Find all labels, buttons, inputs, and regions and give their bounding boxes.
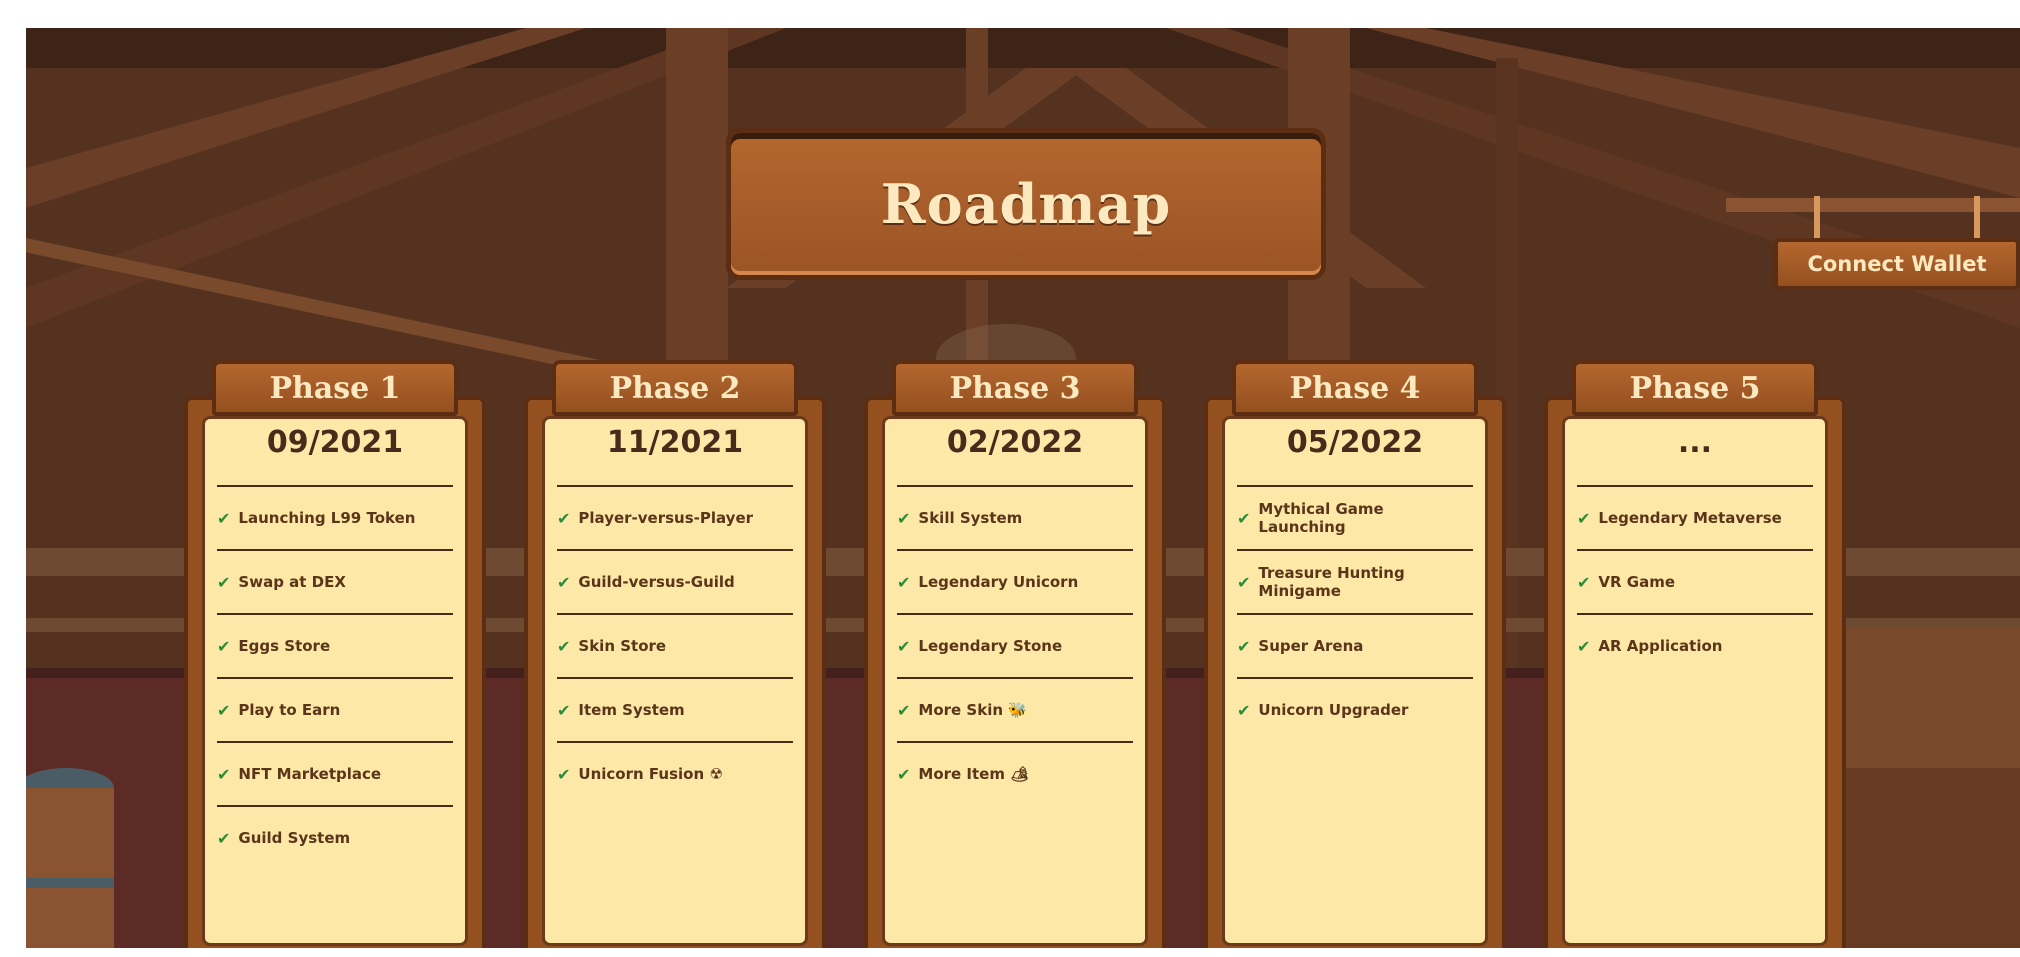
list-item-label: Guild System	[238, 829, 351, 847]
phase-date: 11/2021	[606, 425, 744, 460]
phase-label: Phase 1	[212, 360, 458, 416]
list-item-label: Unicorn Fusion ☢	[578, 765, 723, 783]
check-icon: ✔	[1577, 636, 1591, 656]
list-item: ✔ Player-versus-Player	[557, 487, 793, 549]
check-icon: ✔	[897, 572, 911, 592]
phase-card-4: Phase 4 05/2022 ✔ Mythical Game Launching…	[1204, 360, 1506, 948]
list-item: ✔ Legendary Metaverse	[1577, 487, 1813, 549]
list-item: ✔ Skin Store	[557, 615, 793, 677]
list-item-label: Treasure Hunting Minigame	[1258, 564, 1405, 600]
list-item-label: Guild-versus-Guild	[578, 573, 735, 591]
list-item-label: More Item 🏕	[918, 765, 1030, 783]
connect-wallet[interactable]: Connect Wallet	[1774, 196, 2020, 290]
list-item-label: More Skin 🐝	[918, 701, 1027, 719]
list-item-label: NFT Marketplace	[238, 765, 382, 783]
phase-date: 09/2021	[266, 425, 404, 460]
list-item-label: AR Application	[1598, 637, 1723, 655]
roadmap-sign: Roadmap	[726, 128, 1326, 280]
check-icon: ✔	[557, 508, 571, 528]
connect-wallet-button[interactable]: Connect Wallet	[1774, 238, 2020, 290]
list-item: ✔ More Item 🏕	[897, 743, 1133, 805]
list-item: ✔ Legendary Unicorn	[897, 551, 1133, 613]
check-icon: ✔	[1577, 508, 1591, 528]
phase-card-1: Phase 1 09/2021 ✔ Launching L99 Token ✔ Sw…	[184, 360, 486, 948]
check-icon: ✔	[1237, 572, 1251, 592]
check-icon: ✔	[897, 764, 911, 784]
list-item-label: Launching L99 Token	[238, 509, 416, 527]
list-item: ✔ VR Game	[1577, 551, 1813, 613]
barn-scene: Roadmap Connect Wallet Phase 1 09/2021 ✔…	[26, 28, 2020, 948]
check-icon: ✔	[217, 764, 231, 784]
phase-date: ...	[1677, 425, 1713, 460]
check-icon: ✔	[217, 508, 231, 528]
list-item: ✔ Swap at DEX	[217, 551, 453, 613]
phase-card-5: Phase 5 ... ✔ Legendary Metaverse ✔ VR Gam…	[1544, 360, 1846, 948]
list-item-label: Mythical Game Launching	[1258, 500, 1384, 536]
list-item-label: Unicorn Upgrader	[1258, 701, 1409, 719]
list-item: ✔ Eggs Store	[217, 615, 453, 677]
list-item: ✔ Unicorn Fusion ☢	[557, 743, 793, 805]
list-item-label: Super Arena	[1258, 637, 1364, 655]
check-icon: ✔	[217, 636, 231, 656]
phase-paper: 11/2021 ✔ Player-versus-Player ✔ Guild-ver…	[542, 416, 808, 946]
check-icon: ✔	[217, 572, 231, 592]
list-item-label: Eggs Store	[238, 637, 331, 655]
phase-label: Phase 2	[552, 360, 798, 416]
check-icon: ✔	[557, 636, 571, 656]
phase-label: Phase 4	[1232, 360, 1478, 416]
phase-paper: 02/2022 ✔ Skill System ✔ Legendary Unicorn…	[882, 416, 1148, 946]
list-item-label: Skill System	[918, 509, 1023, 527]
list-item-label: Legendary Metaverse	[1598, 509, 1782, 527]
list-item: ✔ Treasure Hunting Minigame	[1237, 551, 1473, 613]
list-item: ✔ Super Arena	[1237, 615, 1473, 677]
list-item-label: Legendary Stone	[918, 637, 1063, 655]
list-item: ✔ Mythical Game Launching	[1237, 487, 1473, 549]
check-icon: ✔	[1577, 572, 1591, 592]
check-icon: ✔	[1237, 636, 1251, 656]
check-icon: ✔	[897, 508, 911, 528]
list-item: ✔ Guild-versus-Guild	[557, 551, 793, 613]
list-item: ✔ More Skin 🐝	[897, 679, 1133, 741]
list-item: ✔ AR Application	[1577, 615, 1813, 677]
page-title: Roadmap	[880, 172, 1172, 236]
phase-paper: ... ✔ Legendary Metaverse ✔ VR Game ✔ AR Ap…	[1562, 416, 1828, 946]
list-item: ✔ Legendary Stone	[897, 615, 1133, 677]
list-item-label: Skin Store	[578, 637, 667, 655]
check-icon: ✔	[217, 700, 231, 720]
rope-left	[1814, 196, 1820, 240]
list-item: ✔ Play to Earn	[217, 679, 453, 741]
check-icon: ✔	[897, 636, 911, 656]
rope-right	[1974, 196, 1980, 240]
list-item: ✔ Guild System	[217, 807, 453, 869]
phase-date: 02/2022	[946, 425, 1084, 460]
list-item-label: Swap at DEX	[238, 573, 346, 591]
list-item-label: VR Game	[1598, 573, 1676, 591]
check-icon: ✔	[897, 700, 911, 720]
check-icon: ✔	[557, 572, 571, 592]
phase-card-3: Phase 3 02/2022 ✔ Skill System ✔ Legendary…	[864, 360, 1166, 948]
list-item: ✔ Item System	[557, 679, 793, 741]
list-item-label: Player-versus-Player	[578, 509, 754, 527]
list-item: ✔ Launching L99 Token	[217, 487, 453, 549]
list-item-label: Item System	[578, 701, 685, 719]
check-icon: ✔	[217, 828, 231, 848]
phase-label: Phase 5	[1572, 360, 1818, 416]
list-item: ✔ Unicorn Upgrader	[1237, 679, 1473, 741]
check-icon: ✔	[557, 764, 571, 784]
list-item: ✔ Skill System	[897, 487, 1133, 549]
phase-label: Phase 3	[892, 360, 1138, 416]
phase-paper: 09/2021 ✔ Launching L99 Token ✔ Swap at DE…	[202, 416, 468, 946]
list-item-label: Play to Earn	[238, 701, 341, 719]
phase-paper: 05/2022 ✔ Mythical Game Launching ✔ Treasu…	[1222, 416, 1488, 946]
phase-card-2: Phase 2 11/2021 ✔ Player-versus-Player ✔ G…	[524, 360, 826, 948]
check-icon: ✔	[1237, 508, 1251, 528]
check-icon: ✔	[557, 700, 571, 720]
list-item-label: Legendary Unicorn	[918, 573, 1079, 591]
phase-date: 05/2022	[1286, 425, 1424, 460]
check-icon: ✔	[1237, 700, 1251, 720]
list-item: ✔ NFT Marketplace	[217, 743, 453, 805]
